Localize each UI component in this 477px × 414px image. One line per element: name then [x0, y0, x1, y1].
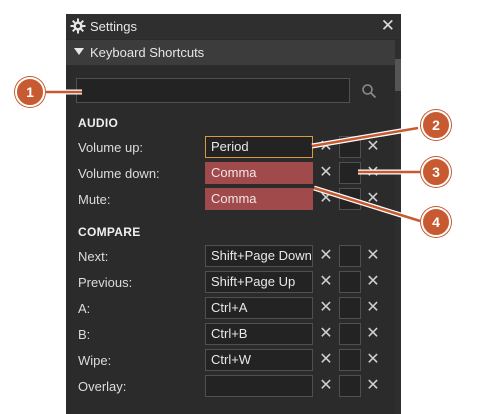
callout-badge-3: 3 [421, 157, 451, 187]
callout-badge-4: 4 [421, 207, 451, 237]
callout-leader-lines [46, 89, 421, 224]
callout-badge-1: 1 [15, 77, 45, 107]
callout-badge-2: 2 [421, 110, 451, 140]
